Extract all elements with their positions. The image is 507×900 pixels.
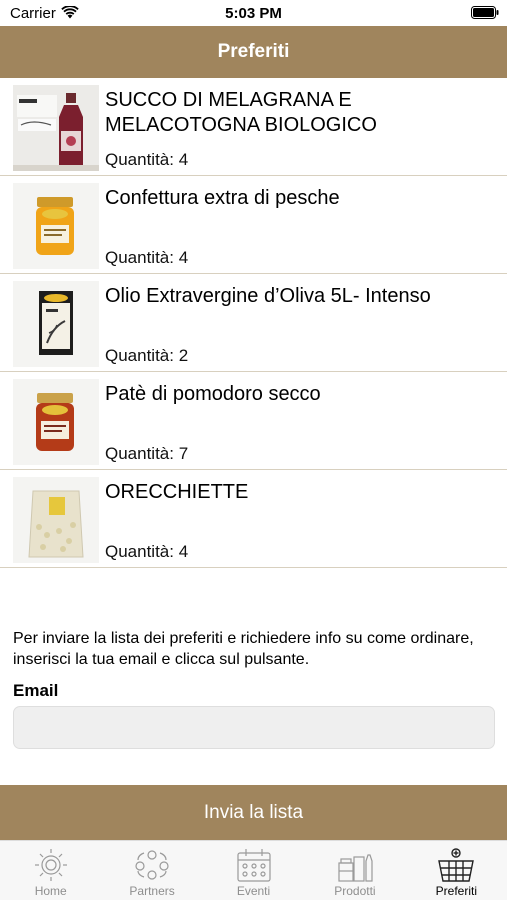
tomato-pate-image xyxy=(13,379,99,465)
send-list-button[interactable]: Invia la lista xyxy=(0,785,507,840)
calendar-icon xyxy=(236,849,271,882)
favorites-list: SUCCO DI MELAGRANA E MELACOTOGNA BIOLOGI… xyxy=(0,78,507,568)
product-quantity: Quantità: 4 xyxy=(105,150,189,169)
clock: 5:03 PM xyxy=(225,5,282,22)
tab-label: Partners xyxy=(129,884,175,898)
tab-label: Prodotti xyxy=(334,884,376,898)
product-quantity: Quantità: 7 xyxy=(105,444,189,463)
email-field[interactable] xyxy=(13,706,495,749)
tab-favorites[interactable]: Preferiti xyxy=(406,841,507,900)
tab-bar: Home Partners Eventi Prodotti Preferiti xyxy=(0,840,507,900)
product-name: ORECCHIETTE xyxy=(105,481,249,503)
tab-events[interactable]: Eventi xyxy=(203,841,304,900)
basket-icon xyxy=(438,848,475,882)
tab-label: Eventi xyxy=(236,884,271,898)
tab-label: Home xyxy=(34,884,67,898)
product-name: Olio Extravergine d’Oliva 5L- Intenso xyxy=(105,285,431,307)
tab-partners[interactable]: Partners xyxy=(101,841,202,900)
list-item[interactable]: Olio Extravergine d’Oliva 5L- Intenso Qu… xyxy=(0,274,507,372)
email-label: Email xyxy=(13,681,59,700)
list-item[interactable]: SUCCO DI MELAGRANA E MELACOTOGNA BIOLOGI… xyxy=(0,78,507,176)
list-item[interactable]: ORECCHIETTE Quantità: 4 xyxy=(0,470,507,568)
product-quantity: Quantità: 4 xyxy=(105,542,189,561)
olive-oil-image xyxy=(13,281,99,367)
juice-bottle-image xyxy=(13,85,99,171)
product-name: SUCCO DI MELAGRANA E MELACOTOGNA BIOLOGI… xyxy=(105,89,377,136)
tab-home[interactable]: Home xyxy=(0,841,101,900)
tab-products[interactable]: Prodotti xyxy=(304,841,405,900)
product-quantity: Quantità: 2 xyxy=(105,346,189,365)
people-icon xyxy=(135,850,169,880)
products-icon xyxy=(338,854,373,882)
product-quantity: Quantità: 4 xyxy=(105,248,189,267)
pasta-bag-image xyxy=(13,477,99,563)
page-title: Preferiti xyxy=(217,41,290,62)
jam-jar-image xyxy=(13,183,99,269)
sun-icon xyxy=(34,849,67,881)
product-name: Confettura extra di pesche xyxy=(105,187,340,209)
status-bar: Carrier 5:03 PM xyxy=(0,0,507,26)
product-name: Patè di pomodoro secco xyxy=(105,383,321,405)
battery-icon xyxy=(471,6,499,24)
list-item[interactable]: Patè di pomodoro secco Quantità: 7 xyxy=(0,372,507,470)
tab-label: Preferiti xyxy=(435,884,477,898)
navigation-bar: Preferiti xyxy=(0,26,507,78)
list-item[interactable]: Confettura extra di pesche Quantità: 4 xyxy=(0,176,507,274)
instructions-text: Per inviare la lista dei preferiti e ric… xyxy=(13,630,474,668)
